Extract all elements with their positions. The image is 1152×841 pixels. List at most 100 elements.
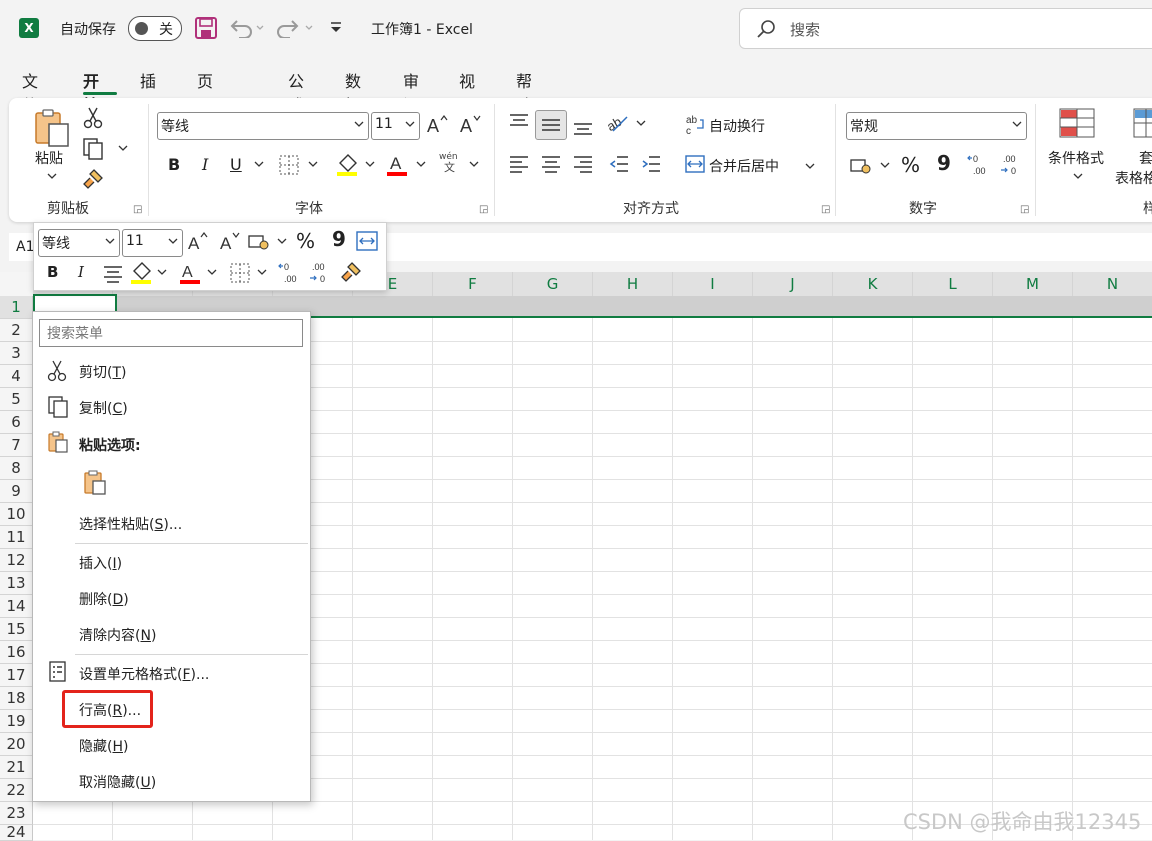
number-format-select[interactable]: 常规 [846, 112, 1027, 140]
menu-item-unhide[interactable]: 取消隐藏(U) [79, 772, 156, 792]
borders-icon[interactable] [279, 155, 325, 175]
align-left-icon[interactable] [509, 155, 529, 173]
increase-decimal-icon[interactable]: 0.00 [967, 153, 991, 177]
font-color-icon[interactable]: A [387, 153, 429, 177]
row-header[interactable]: 14 [0, 595, 33, 618]
fill-color-icon[interactable] [336, 153, 378, 177]
decrease-decimal-icon[interactable]: .00 0 [308, 261, 332, 285]
formula-bar[interactable] [370, 233, 1152, 261]
select-all-corner[interactable] [0, 272, 34, 297]
column-header[interactable]: F [433, 272, 513, 297]
search-box[interactable]: 搜索 [739, 8, 1152, 49]
merge-center-icon[interactable] [685, 155, 705, 173]
menu-item-paste-special[interactable]: 选择性粘贴(S)... [79, 514, 182, 534]
row-header[interactable]: 20 [0, 733, 33, 756]
row-header[interactable]: 16 [0, 641, 33, 664]
row-header[interactable]: 23 [0, 802, 33, 825]
row-header[interactable]: 10 [0, 503, 33, 526]
dialog-launcher-icon[interactable]: ◲ [821, 204, 830, 215]
wrap-text-label[interactable]: 自动换行 [709, 116, 765, 136]
menu-item-format-cells[interactable]: 设置单元格格式(F)... [79, 664, 209, 684]
underline-button[interactable]: U [230, 155, 242, 174]
row-header[interactable]: 6 [0, 411, 33, 434]
menu-item-cut[interactable]: 剪切(T) [79, 362, 127, 382]
row-header[interactable]: 22 [0, 779, 33, 802]
align-right-icon[interactable] [573, 155, 593, 173]
row-header[interactable]: 3 [0, 342, 33, 365]
row-header[interactable]: 13 [0, 572, 33, 595]
row-header[interactable]: 7 [0, 434, 33, 457]
row-header[interactable]: 4 [0, 365, 33, 388]
menu-item-insert[interactable]: 插入(I) [79, 553, 122, 573]
font-color-icon[interactable]: A [180, 261, 222, 285]
font-size-select[interactable]: 11 [371, 112, 420, 140]
align-center-icon[interactable] [103, 265, 123, 283]
wrap-text-icon[interactable]: ab c [686, 114, 706, 136]
row-header[interactable]: 1 [0, 296, 33, 319]
chevron-down-icon[interactable] [47, 172, 57, 180]
menu-item-copy[interactable]: 复制(C) [79, 398, 128, 418]
column-header[interactable]: I [673, 272, 753, 297]
row-header[interactable]: 24 [0, 825, 33, 841]
borders-icon[interactable] [230, 263, 272, 283]
column-header[interactable]: J [753, 272, 833, 297]
accounting-format-icon[interactable] [849, 156, 893, 176]
row-header[interactable]: 17 [0, 664, 33, 687]
font-family-select[interactable]: 等线 [157, 112, 369, 140]
row-header[interactable]: 12 [0, 549, 33, 572]
paste-icon[interactable] [33, 108, 71, 148]
menu-search-input[interactable]: 搜索菜单 [39, 319, 303, 347]
save-icon[interactable] [195, 17, 217, 39]
redo-icon[interactable] [276, 18, 316, 38]
row-header[interactable]: 19 [0, 710, 33, 733]
menu-item-hide[interactable]: 隐藏(H) [79, 736, 128, 756]
italic-button[interactable]: I [202, 155, 208, 174]
column-header[interactable]: N [1073, 272, 1152, 297]
align-center-icon[interactable] [541, 155, 561, 173]
decrease-font-icon[interactable]: A [460, 114, 482, 134]
mini-font-family-select[interactable]: 等线 [38, 229, 120, 257]
column-header[interactable]: H [593, 272, 673, 297]
fill-color-icon[interactable] [130, 261, 172, 285]
chevron-down-icon[interactable] [805, 162, 815, 170]
merge-center-label[interactable]: 合并后居中 [709, 156, 779, 176]
decrease-decimal-icon[interactable]: .00 0 [999, 153, 1023, 177]
format-as-table-label[interactable]: 表格格 [1115, 168, 1152, 188]
mini-percent-button[interactable]: % [296, 229, 315, 253]
column-header[interactable]: K [833, 272, 913, 297]
cut-icon[interactable] [83, 107, 103, 129]
menu-item-delete[interactable]: 删除(D) [79, 589, 129, 609]
phonetic-guide-icon[interactable]: wén 文 [439, 152, 458, 174]
increase-font-icon[interactable]: A [427, 114, 449, 134]
row-header[interactable]: 11 [0, 526, 33, 549]
accounting-format-icon[interactable] [248, 233, 290, 251]
column-header[interactable]: M [993, 272, 1073, 297]
customize-qat-icon[interactable] [329, 22, 343, 34]
paste-option-keep-source-icon[interactable] [82, 470, 108, 496]
mini-comma-button[interactable]: 9 [332, 227, 346, 251]
row-header[interactable]: 5 [0, 388, 33, 411]
mini-bold-button[interactable]: B [47, 263, 58, 281]
paste-label[interactable]: 粘贴 [35, 148, 63, 168]
format-painter-icon[interactable] [82, 168, 104, 190]
increase-decimal-icon[interactable]: 0.00 [278, 261, 302, 285]
mini-italic-button[interactable]: I [78, 263, 84, 281]
align-bottom-icon[interactable] [573, 120, 593, 138]
comma-style-button[interactable]: 9 [937, 151, 951, 175]
decrease-font-icon[interactable]: A [220, 231, 242, 251]
row-header[interactable]: 8 [0, 457, 33, 480]
dialog-launcher-icon[interactable]: ◲ [479, 204, 488, 215]
row-header[interactable]: 15 [0, 618, 33, 641]
row-header[interactable]: 9 [0, 480, 33, 503]
bold-button[interactable]: B [168, 155, 180, 174]
undo-icon[interactable] [229, 18, 265, 38]
row-header[interactable]: 21 [0, 756, 33, 779]
row-header[interactable]: 18 [0, 687, 33, 710]
percent-button[interactable]: % [901, 153, 920, 177]
merge-center-icon[interactable] [356, 231, 378, 251]
column-header[interactable]: G [513, 272, 593, 297]
copy-icon[interactable] [82, 138, 130, 160]
increase-font-icon[interactable]: A [188, 231, 210, 251]
format-painter-icon[interactable] [340, 261, 362, 283]
orientation-icon[interactable]: ab [607, 112, 647, 134]
